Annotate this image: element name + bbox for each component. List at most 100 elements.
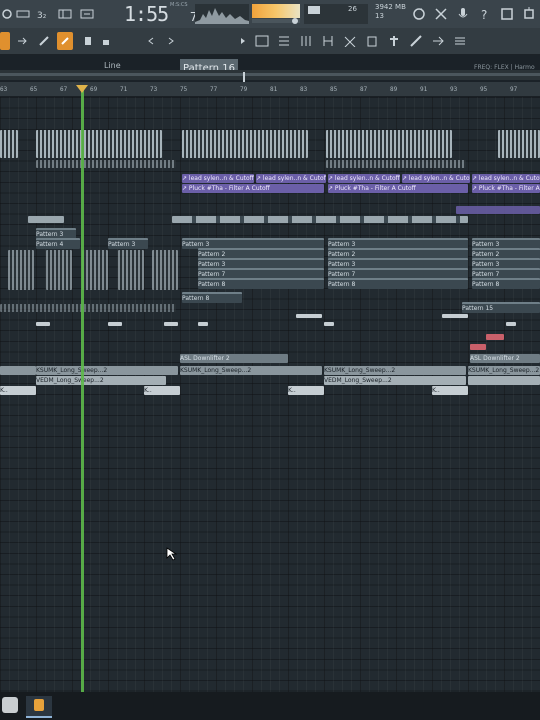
playlist-toolbar: Line Pattern 16 FREQ: FLEX | Harmo — [0, 28, 540, 78]
pattern-clip[interactable] — [36, 160, 176, 168]
chevron-right-icon[interactable] — [166, 32, 176, 50]
mic-icon[interactable] — [454, 5, 472, 23]
automation-clip[interactable]: ↗ lead sylen..n & Cutoff — [182, 174, 254, 183]
chevron-left-icon[interactable] — [146, 32, 156, 50]
fx-clip[interactable] — [442, 314, 468, 318]
fx-clip[interactable] — [164, 322, 178, 326]
pattern-clip[interactable]: Pattern 8 — [328, 278, 468, 289]
pattern-clip[interactable] — [498, 130, 540, 158]
pattern-clip[interactable] — [36, 130, 162, 158]
audio-clip[interactable]: VEDM_Long_Sweep...2 — [324, 376, 466, 385]
mixer-icon[interactable] — [298, 32, 314, 50]
fx-clip[interactable] — [486, 334, 504, 340]
audio-clip[interactable] — [172, 216, 468, 223]
save-icon[interactable] — [498, 5, 516, 23]
audio-clip[interactable]: K.. — [288, 386, 324, 395]
audio-clip[interactable]: K.. — [0, 386, 36, 395]
pattern-clip[interactable]: Pattern 8 — [472, 278, 540, 289]
song-position-marker[interactable] — [243, 72, 245, 82]
pattern-clip[interactable]: Pattern 15 — [462, 302, 540, 313]
audio-clip[interactable]: K.. — [144, 386, 180, 395]
channel-rack-icon[interactable] — [320, 32, 336, 50]
playhead-marker[interactable] — [76, 85, 88, 93]
bar-tick: 67 — [60, 86, 68, 93]
link-icon[interactable] — [57, 32, 73, 50]
automation-clip[interactable]: ↗ lead sylen..n & Cutoff — [402, 174, 470, 183]
piano-roll-icon[interactable] — [276, 32, 292, 50]
automation-clip[interactable]: ↗ Pluck #Tha - Filter A Cutoff — [472, 184, 540, 193]
pattern-clip[interactable]: Pattern 4 — [36, 238, 80, 249]
pencil-icon[interactable] — [36, 32, 52, 50]
audio-clip[interactable]: K.. — [432, 386, 468, 395]
fx-clip[interactable] — [470, 344, 486, 350]
audio-clip[interactable]: KSUMK_Long_Sweep...2 — [324, 366, 466, 375]
svg-text:3₂: 3₂ — [37, 11, 47, 20]
pattern-clip[interactable] — [46, 250, 72, 290]
menu-icon[interactable] — [452, 32, 468, 50]
pattern-clip[interactable] — [326, 160, 466, 168]
paint-icon[interactable] — [80, 32, 96, 50]
pattern-clip[interactable] — [82, 250, 108, 290]
pattern-clip[interactable] — [0, 304, 176, 312]
audio-clip[interactable]: KSUMK_Long_Sweep...2 — [468, 366, 540, 375]
fx-clip[interactable] — [36, 322, 50, 326]
step-icon[interactable] — [56, 5, 74, 23]
app-icon[interactable] — [2, 697, 18, 713]
metronome-icon[interactable]: 3₂ — [34, 5, 52, 23]
automation-clip[interactable]: ↗ Pluck #Tha - Filter A Cutoff — [182, 184, 324, 193]
automation-clip[interactable]: ↗ lead sylen..n & Cutoff — [472, 174, 540, 183]
bar-tick: 95 — [480, 86, 488, 93]
tools-icon[interactable] — [408, 32, 424, 50]
playlist-icon[interactable] — [254, 32, 270, 50]
audio-clip[interactable] — [0, 366, 36, 375]
bar-tick: 63 — [0, 86, 8, 93]
refresh-icon[interactable] — [410, 5, 428, 23]
pattern-clip[interactable] — [152, 250, 178, 290]
pattern-song-icon[interactable] — [14, 5, 32, 23]
audio-clip[interactable]: KSUMK_Long_Sweep...2 — [180, 366, 322, 375]
browser-icon[interactable] — [342, 32, 358, 50]
playlist-menu-icon[interactable] — [0, 32, 10, 50]
volume-knob[interactable] — [292, 18, 298, 24]
fl-studio-taskbar-icon[interactable] — [26, 696, 52, 718]
pattern-next-icon[interactable] — [238, 32, 248, 50]
fx-clip[interactable] — [198, 322, 208, 326]
audio-clip[interactable] — [28, 216, 64, 223]
project-icon[interactable] — [364, 32, 380, 50]
pattern-clip[interactable] — [118, 250, 144, 290]
audio-clip[interactable]: ASL Downlifter 2 — [470, 354, 540, 363]
lock-icon[interactable] — [100, 32, 112, 50]
playhead[interactable] — [81, 88, 84, 692]
pattern-clip[interactable]: Pattern 8 — [182, 292, 242, 303]
pattern-clip[interactable]: Pattern 3 — [108, 238, 148, 249]
pattern-clip[interactable] — [0, 130, 18, 158]
audio-clip[interactable]: KSUMK_Long_Sweep...2 — [36, 366, 178, 375]
network-icon[interactable] — [432, 5, 450, 23]
snap-selector[interactable]: Line — [104, 61, 121, 70]
arrow-icon[interactable] — [14, 32, 30, 50]
fx-clip[interactable] — [108, 322, 122, 326]
audio-clip[interactable]: VEDM_Long_Sweep...2 — [36, 376, 166, 385]
record-icon[interactable] — [0, 5, 14, 23]
undo-icon[interactable] — [78, 5, 96, 23]
help-icon[interactable]: ? — [476, 5, 494, 23]
audio-clip[interactable]: ASL Downlifter 2 — [180, 354, 288, 363]
song-time[interactable]: 1:55 — [124, 2, 169, 26]
automation-clip[interactable]: ↗ lead sylen..n & Cutoff — [328, 174, 400, 183]
automation-clip[interactable]: ↗ lead sylen..n & Cutoff — [256, 174, 326, 183]
automation-clip[interactable]: ↗ Pluck #Tha - Filter A Cutoff — [328, 184, 468, 193]
render-icon[interactable] — [430, 32, 446, 50]
plugin-picker-icon[interactable] — [386, 32, 402, 50]
pattern-clip[interactable] — [182, 130, 308, 158]
fx-clip[interactable] — [506, 322, 516, 326]
pattern-clip[interactable] — [8, 250, 34, 290]
plugin-icon[interactable] — [520, 5, 538, 23]
automation-clip[interactable] — [456, 206, 540, 214]
bar-tick: 85 — [330, 86, 338, 93]
pattern-clip[interactable]: Pattern 8 — [198, 278, 324, 289]
fx-clip[interactable] — [296, 314, 322, 318]
horizontal-scrollbar[interactable] — [0, 73, 540, 76]
audio-clip[interactable] — [468, 376, 540, 385]
pattern-clip[interactable] — [326, 130, 452, 158]
fx-clip[interactable] — [324, 322, 334, 326]
